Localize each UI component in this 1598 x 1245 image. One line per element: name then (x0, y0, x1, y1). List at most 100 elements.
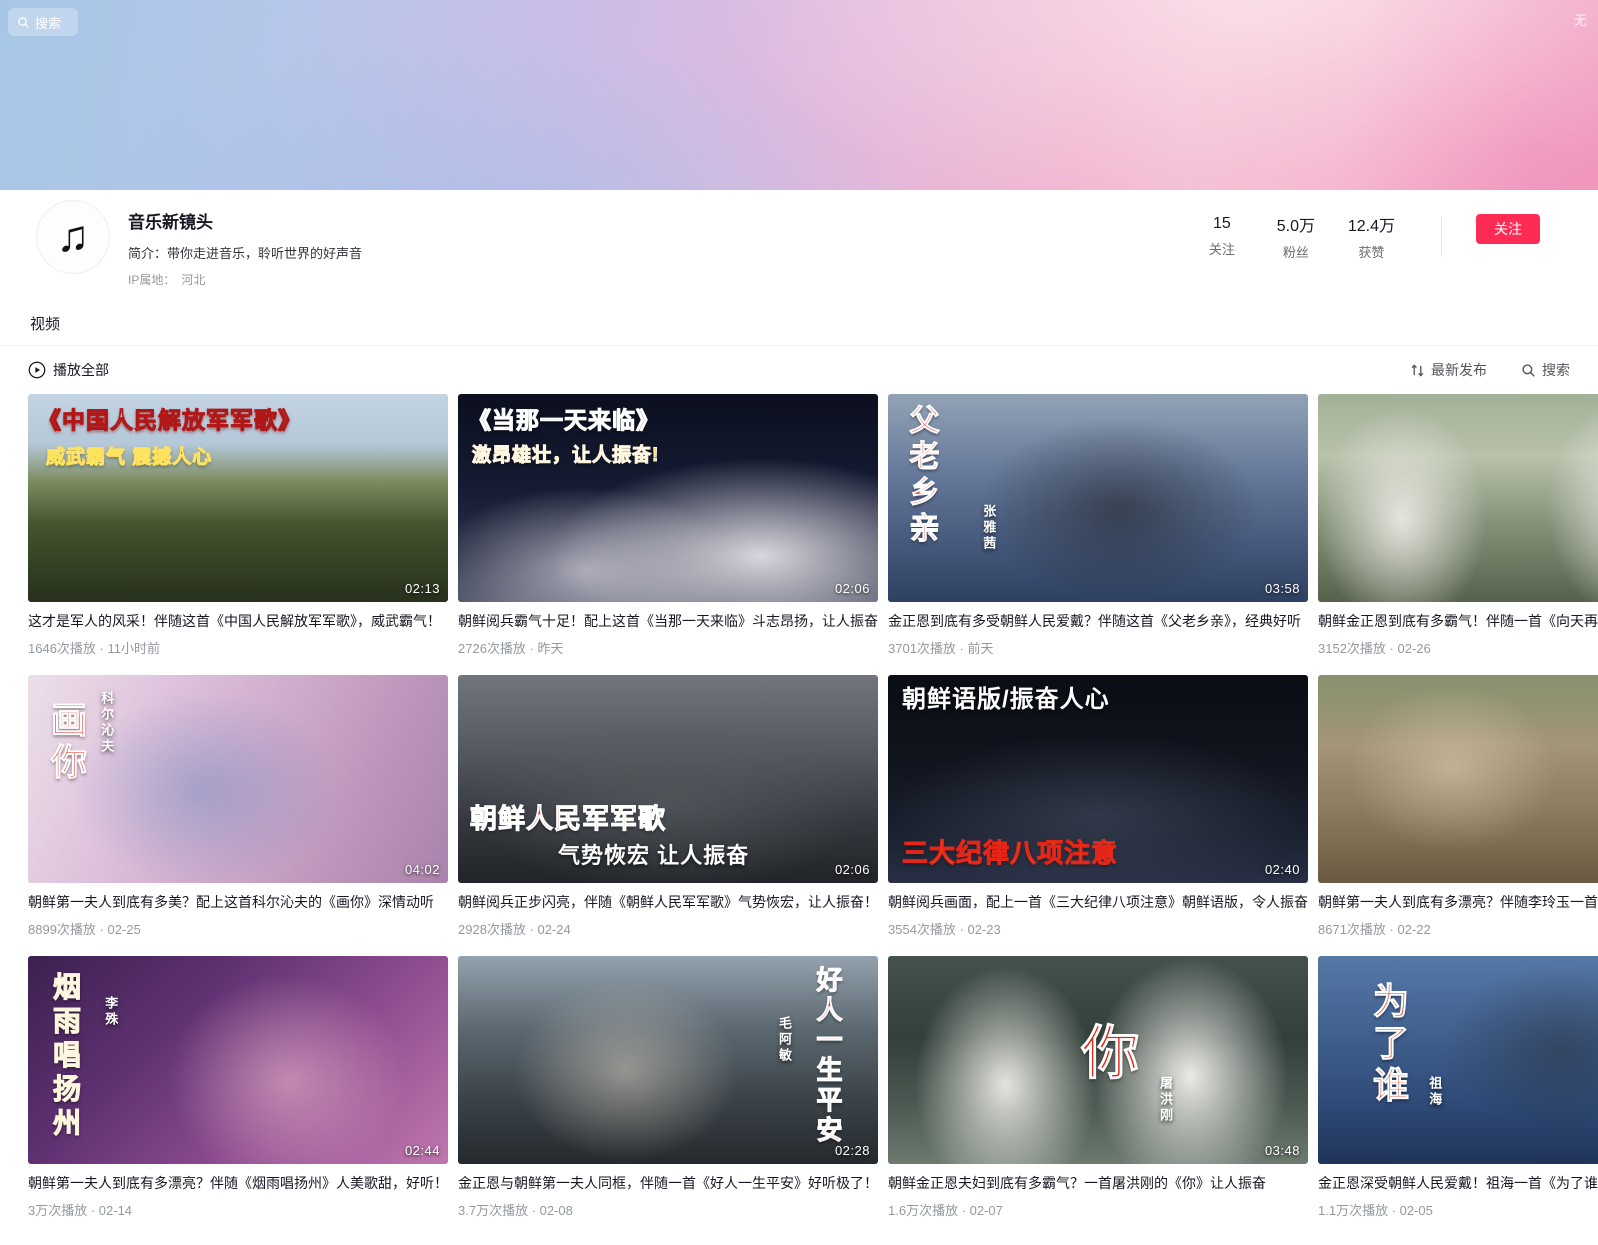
stat-following-value: 15 (1200, 215, 1244, 233)
video-stats: 3.7万次播放 · 02-08 (458, 1200, 878, 1219)
video-thumbnail[interactable]: 为了谁 祖海 04:35 (1318, 956, 1598, 1164)
play-all-label: 播放全部 (53, 360, 109, 380)
profile-ip-location: IP属地： 河北 (128, 271, 1200, 288)
stat-likes[interactable]: 12.4万 获赞 (1348, 212, 1395, 261)
profile-banner: 搜索 无 (0, 0, 1598, 190)
stat-followers-label: 粉丝 (1274, 242, 1318, 261)
thumbnail-overlay-text: 画你 科尔沁夫 (28, 675, 448, 883)
sort-latest-button[interactable]: 最新发布 (1410, 360, 1487, 380)
video-thumbnail[interactable]: 美人吟 李玲玉 03:57 (1318, 675, 1598, 883)
stat-following-label: 关注 (1200, 239, 1244, 258)
stat-followers-value: 5.0万 (1274, 212, 1318, 236)
video-thumbnail[interactable]: 画你 科尔沁夫 04:02 (28, 675, 448, 883)
video-title[interactable]: 这才是军人的风采！伴随这首《中国人民解放军军歌》，威武霸气！ (28, 611, 448, 631)
sort-label: 最新发布 (1431, 360, 1487, 380)
video-card[interactable]: 美人吟 李玲玉 03:57 朝鲜第一夫人到底有多漂亮？伴随李玲玉一首《美人吟》经… (1318, 675, 1598, 938)
video-title[interactable]: 朝鲜阅兵霸气十足！配上这首《当那一天来临》斗志昂扬，让人振奋 (458, 611, 878, 631)
profile-tabs: 视频 (0, 302, 1598, 346)
video-thumbnail[interactable]: 烟雨唱扬州 李殊 02:44 (28, 956, 448, 1164)
profile-name: 音乐新镜头 (128, 204, 1200, 233)
video-title[interactable]: 朝鲜第一夫人到底有多漂亮？伴随李玲玉一首《美人吟》经典好听！ (1318, 892, 1598, 912)
tab-videos[interactable]: 视频 (28, 302, 62, 345)
video-title[interactable]: 金正恩深受朝鲜人民爱戴！祖海一首《为了谁》歌声亲切，感动人心 (1318, 1173, 1598, 1193)
thumbnail-overlay-text: 《中国人民解放军军歌》 威武霸气 震撼人心 (28, 394, 448, 602)
video-stats: 2928次播放 · 02-24 (458, 919, 878, 938)
video-card[interactable]: 烟雨唱扬州 李殊 02:44 朝鲜第一夫人到底有多漂亮？伴随《烟雨唱扬州》人美歌… (28, 956, 448, 1219)
profile-header: ♫ 音乐新镜头 简介：带你走进音乐，聆听世界的好声音 IP属地： 河北 15 关注… (0, 190, 1598, 288)
video-title[interactable]: 朝鲜金正恩夫妇到底有多霸气？一首屠洪刚的《你》让人振奋 (888, 1173, 1308, 1193)
video-card[interactable]: 朝鲜人民军军歌 气势恢宏 让人振奋 02:06 朝鲜阅兵正步闪亮，伴随《朝鲜人民… (458, 675, 878, 938)
stat-likes-value: 12.4万 (1348, 212, 1395, 236)
play-all-button[interactable]: 播放全部 (28, 360, 109, 380)
profile-info: 音乐新镜头 简介：带你走进音乐，聆听世界的好声音 IP属地： 河北 (128, 204, 1200, 288)
video-card[interactable]: 为了谁 祖海 04:35 金正恩深受朝鲜人民爱戴！祖海一首《为了谁》歌声亲切，感… (1318, 956, 1598, 1219)
video-thumbnail[interactable]: 《中国人民解放军军歌》 威武霸气 震撼人心 02:13 (28, 394, 448, 602)
follow-button[interactable]: 关注 (1476, 214, 1540, 244)
video-duration: 03:58 (1265, 581, 1300, 596)
thumbnail-overlay-text: 《当那一天来临》 激昂雄壮，让人振奋! (458, 394, 878, 602)
video-thumbnail[interactable]: 好人一生平安 毛阿敏 02:28 (458, 956, 878, 1164)
thumbnail-overlay-text: 好人一生平安 毛阿敏 (458, 956, 878, 1164)
banner-corner-text: 无 (1574, 10, 1598, 29)
video-title[interactable]: 朝鲜阅兵画面，配上一首《三大纪律八项注意》朝鲜语版，令人振奋 (888, 892, 1308, 912)
video-card[interactable]: 《中国人民解放军军歌》 威武霸气 震撼人心 02:13 这才是军人的风采！伴随这… (28, 394, 448, 657)
video-thumbnail[interactable]: 《当那一天来临》 激昂雄壮，让人振奋! 02:06 (458, 394, 878, 602)
video-stats: 3万次播放 · 02-14 (28, 1200, 448, 1219)
video-toolbar: 播放全部 最新发布 搜索 (0, 346, 1598, 392)
top-search-label: 搜索 (35, 13, 61, 32)
thumbnail-overlay-text: 父老乡亲 张雅茜 (888, 394, 1308, 602)
video-duration: 02:06 (835, 862, 870, 877)
profile-avatar[interactable]: ♫ (36, 200, 110, 274)
video-duration: 04:02 (405, 862, 440, 877)
search-icon (17, 16, 30, 29)
video-duration: 02:44 (405, 1143, 440, 1158)
video-thumbnail[interactable]: 向天再借五百年 03:07 (1318, 394, 1598, 602)
thumbnail-overlay-text: 朝鲜人民军军歌 气势恢宏 让人振奋 (458, 675, 878, 883)
video-stats: 3152次播放 · 02-26 (1318, 638, 1598, 657)
video-thumbnail[interactable]: 父老乡亲 张雅茜 03:58 (888, 394, 1308, 602)
stat-followers[interactable]: 5.0万 粉丝 (1274, 212, 1318, 261)
video-stats: 3701次播放 · 前天 (888, 638, 1308, 657)
video-card[interactable]: 好人一生平安 毛阿敏 02:28 金正恩与朝鲜第一夫人同框，伴随一首《好人一生平… (458, 956, 878, 1219)
thumbnail-overlay-text: 你 屠洪刚 (888, 956, 1308, 1164)
video-duration: 02:28 (835, 1143, 870, 1158)
video-title[interactable]: 朝鲜金正恩到底有多霸气！伴随一首《向天再借五百年》震撼人心！ (1318, 611, 1598, 631)
video-title[interactable]: 金正恩到底有多受朝鲜人民爱戴？伴随这首《父老乡亲》，经典好听 (888, 611, 1308, 631)
video-card[interactable]: 画你 科尔沁夫 04:02 朝鲜第一夫人到底有多美？配上这首科尔沁夫的《画你》深… (28, 675, 448, 938)
top-search-box[interactable]: 搜索 (8, 8, 78, 36)
video-stats: 3554次播放 · 02-23 (888, 919, 1308, 938)
video-duration: 02:40 (1265, 862, 1300, 877)
video-thumbnail[interactable]: 你 屠洪刚 03:48 (888, 956, 1308, 1164)
thumbnail-overlay-text: 为了谁 祖海 (1318, 956, 1598, 1164)
video-title[interactable]: 朝鲜阅兵正步闪亮，伴随《朝鲜人民军军歌》气势恢宏，让人振奋！ (458, 892, 878, 912)
ip-label: IP属地： (128, 273, 175, 287)
video-thumbnail[interactable]: 朝鲜人民军军歌 气势恢宏 让人振奋 02:06 (458, 675, 878, 883)
list-search-button[interactable]: 搜索 (1521, 360, 1570, 380)
search-icon (1521, 363, 1536, 378)
video-thumbnail[interactable]: 朝鲜语版/振奋人心 三大纪律八项注意 02:40 (888, 675, 1308, 883)
video-card[interactable]: 《当那一天来临》 激昂雄壮，让人振奋! 02:06 朝鲜阅兵霸气十足！配上这首《… (458, 394, 878, 657)
profile-bio: 简介：带你走进音乐，聆听世界的好声音 (128, 243, 1200, 262)
video-stats: 8671次播放 · 02-22 (1318, 919, 1598, 938)
video-duration: 02:06 (835, 581, 870, 596)
video-grid: 《中国人民解放军军歌》 威武霸气 震撼人心 02:13 这才是军人的风采！伴随这… (0, 392, 1598, 1245)
thumbnail-overlay-text: 美人吟 李玲玉 (1318, 675, 1598, 883)
stat-following[interactable]: 15 关注 (1200, 215, 1244, 258)
video-card[interactable]: 向天再借五百年 03:07 朝鲜金正恩到底有多霸气！伴随一首《向天再借五百年》震… (1318, 394, 1598, 657)
video-card[interactable]: 朝鲜语版/振奋人心 三大纪律八项注意 02:40 朝鲜阅兵画面，配上一首《三大纪… (888, 675, 1308, 938)
play-circle-icon (28, 361, 46, 379)
ip-value: 河北 (181, 273, 205, 287)
sort-icon (1410, 363, 1425, 378)
profile-stats: 15 关注 5.0万 粉丝 12.4万 获赞 (1200, 212, 1448, 261)
video-title[interactable]: 朝鲜第一夫人到底有多美？配上这首科尔沁夫的《画你》深情动听 (28, 892, 448, 912)
video-stats: 2726次播放 · 昨天 (458, 638, 878, 657)
stat-likes-label: 获赞 (1348, 242, 1395, 261)
video-duration: 02:13 (405, 581, 440, 596)
thumbnail-overlay-text: 烟雨唱扬州 李殊 (28, 956, 448, 1164)
video-card[interactable]: 父老乡亲 张雅茜 03:58 金正恩到底有多受朝鲜人民爱戴？伴随这首《父老乡亲》… (888, 394, 1308, 657)
music-notes-icon: ♫ (57, 212, 90, 262)
video-title[interactable]: 朝鲜第一夫人到底有多漂亮？伴随《烟雨唱扬州》人美歌甜，好听！ (28, 1173, 448, 1193)
video-card[interactable]: 你 屠洪刚 03:48 朝鲜金正恩夫妇到底有多霸气？一首屠洪刚的《你》让人振奋 … (888, 956, 1308, 1219)
video-title[interactable]: 金正恩与朝鲜第一夫人同框，伴随一首《好人一生平安》好听极了！ (458, 1173, 878, 1193)
video-stats: 1.6万次播放 · 02-07 (888, 1200, 1308, 1219)
